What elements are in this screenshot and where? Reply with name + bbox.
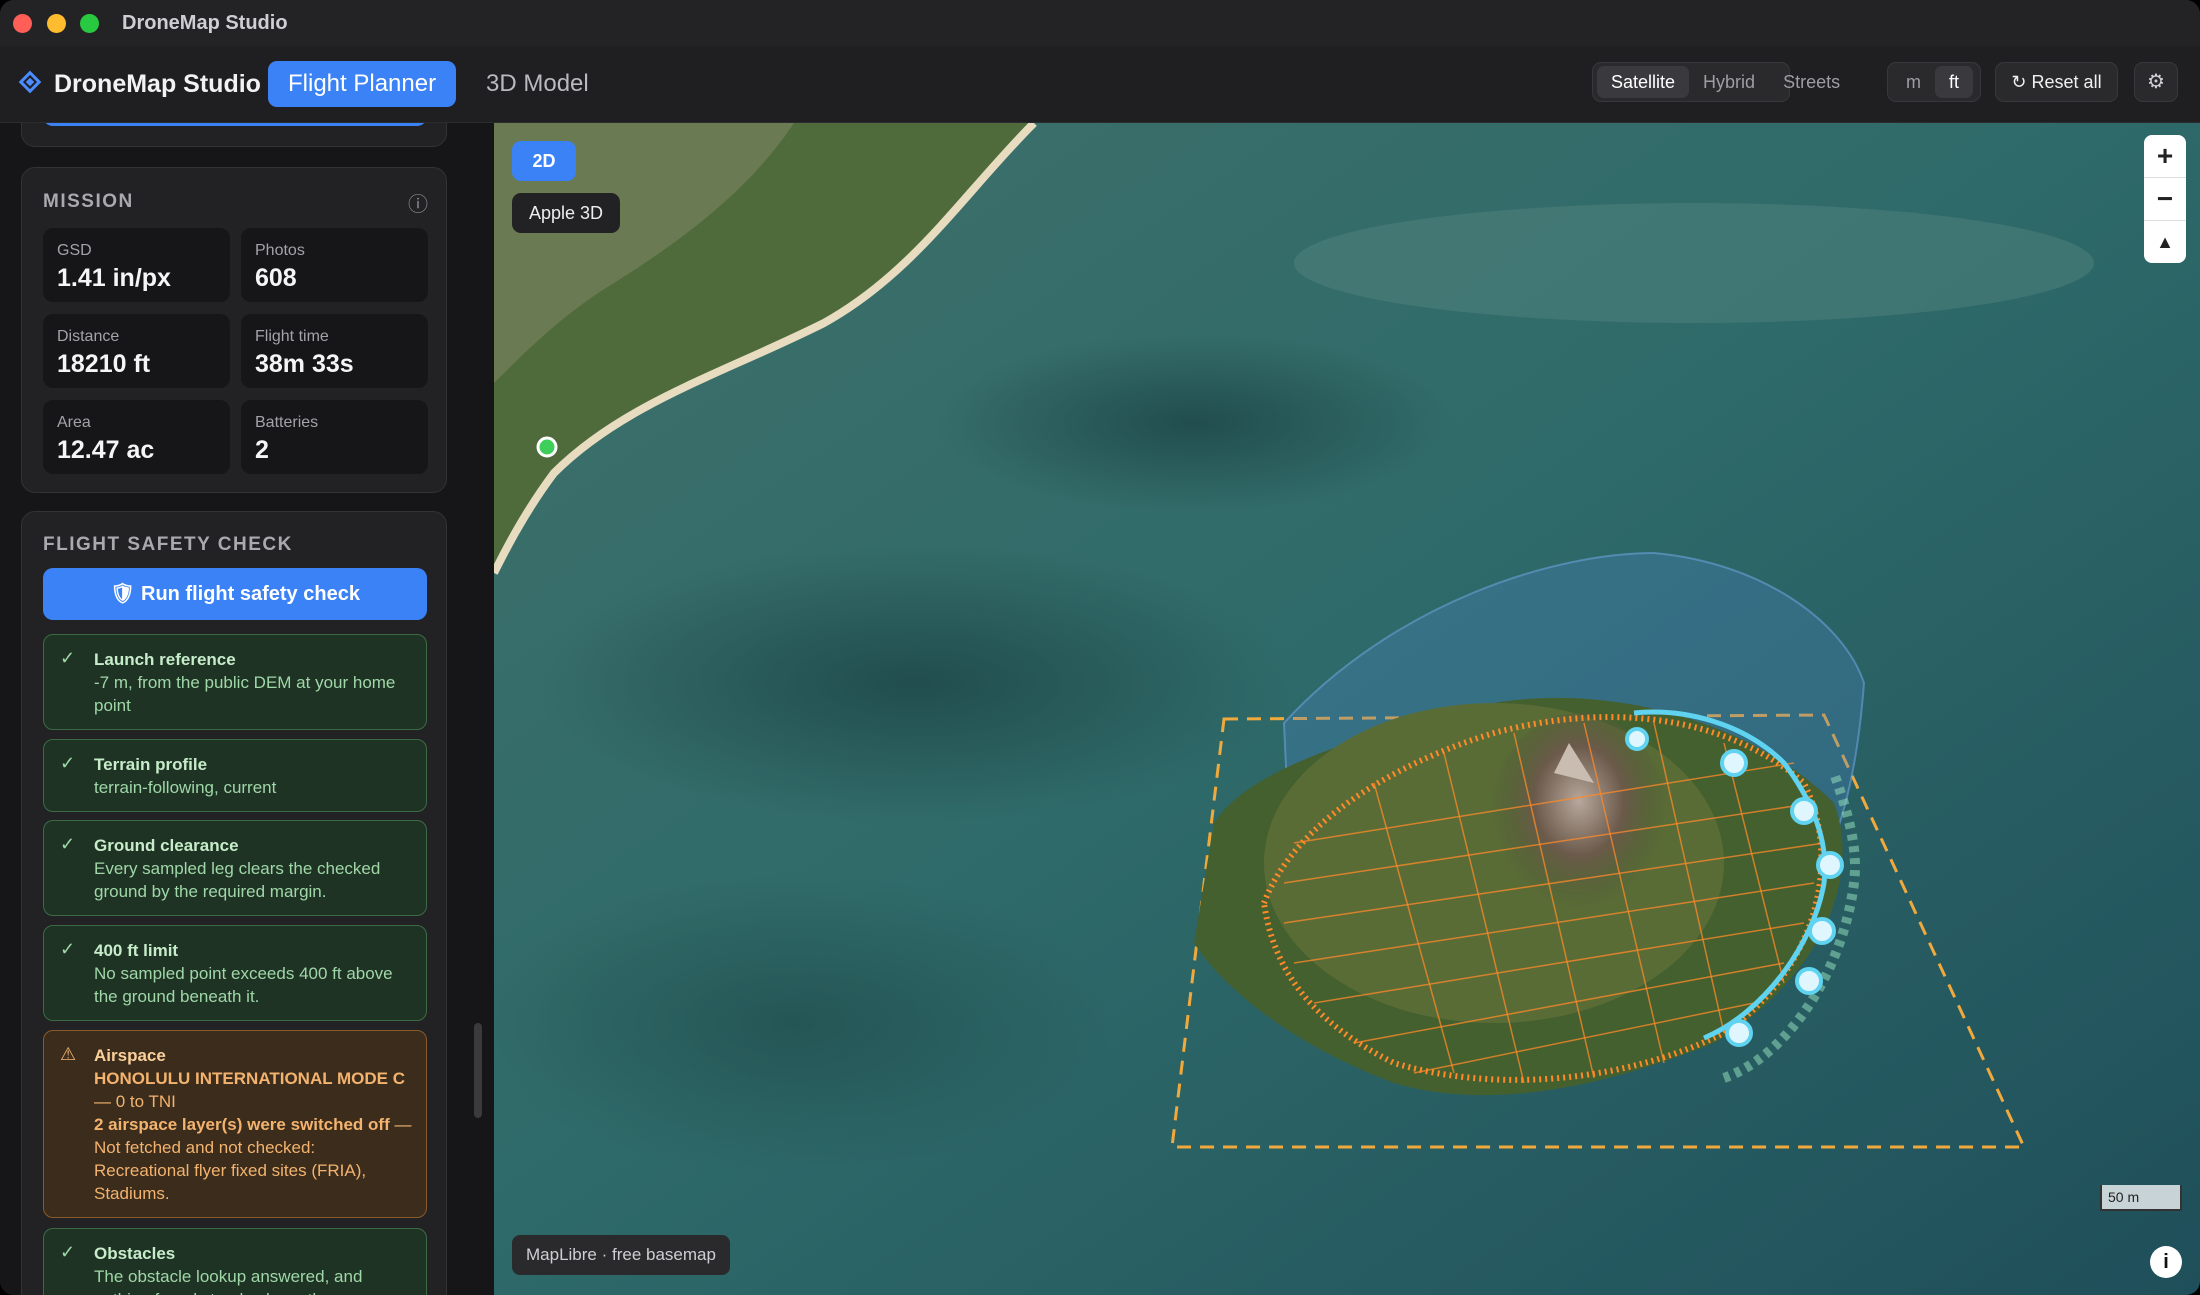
- compass-button[interactable]: ▲: [2144, 221, 2186, 263]
- app-window: DroneMap Studio DroneMap Studio Flight P…: [0, 0, 2200, 1295]
- stat-gsd: GSD 1.41 in/px: [43, 228, 230, 302]
- map-info-button[interactable]: i: [2150, 1246, 2182, 1278]
- stat-value: 1.41 in/px: [57, 264, 171, 292]
- check-title: Launch reference: [94, 650, 236, 669]
- map-attribution: MapLibre · free basemap: [512, 1235, 730, 1275]
- stat-batteries: Batteries 2: [241, 400, 428, 474]
- check-title: 400 ft limit: [94, 941, 179, 960]
- stat-label: Flight time: [255, 328, 329, 345]
- stat-value: 2: [255, 436, 269, 464]
- close-window-button[interactable]: [13, 14, 32, 33]
- safety-card: FLIGHT SAFETY CHECK 🛡 Run flight safety …: [21, 511, 447, 1295]
- sidebar: MISSION ⓘ GSD 1.41 in/px Photos 608 Dist…: [0, 123, 494, 1295]
- stat-value: 608: [255, 264, 297, 292]
- map-scale-bar: 50 m: [2100, 1185, 2182, 1211]
- info-icon[interactable]: ⓘ: [408, 188, 428, 217]
- check-title: Obstacles: [94, 1244, 176, 1263]
- stat-label: Distance: [57, 328, 120, 345]
- stat-label: Batteries: [255, 414, 319, 431]
- home-point-marker: [536, 436, 558, 458]
- tab-3d-model[interactable]: 3D Model: [466, 61, 609, 107]
- basemap-switcher: Satellite Hybrid Streets: [1592, 62, 1840, 102]
- check-icon: ✓: [60, 834, 76, 854]
- stat-label: Photos: [255, 242, 305, 259]
- check-title: Terrain profile: [94, 755, 208, 774]
- check-title: Ground clearance: [94, 836, 239, 855]
- sidebar-scrollbar[interactable]: [474, 1023, 482, 1118]
- airspace-range: — 0 to TNI: [94, 1092, 176, 1111]
- stat-distance: Distance 18210 ft: [43, 314, 230, 388]
- shield-icon: 🛡: [110, 583, 136, 605]
- run-safety-check-button[interactable]: 🛡 Run flight safety check: [43, 568, 427, 620]
- check-icon: ✓: [60, 753, 76, 773]
- run-safety-check-label: Run flight safety check: [141, 583, 360, 605]
- stat-label: GSD: [57, 242, 92, 259]
- tab-flight-planner[interactable]: Flight Planner: [268, 61, 457, 107]
- units-meters-button[interactable]: m: [1892, 66, 1935, 98]
- check-text: The obstacle lookup answered, and nothin…: [94, 1267, 363, 1295]
- stat-value: 38m 33s: [255, 350, 354, 378]
- zoom-out-button[interactable]: −: [2144, 178, 2186, 221]
- check-400ft-limit: ✓ 400 ft limit No sampled point exceeds …: [43, 925, 427, 1021]
- minimize-window-button[interactable]: [47, 14, 66, 33]
- previous-card-button[interactable]: [43, 123, 427, 126]
- stat-area: Area 12.47 ac: [43, 400, 230, 474]
- view-apple-3d-button[interactable]: Apple 3D: [512, 193, 620, 233]
- app-name: DroneMap Studio: [54, 70, 261, 98]
- basemap-satellite-button[interactable]: Satellite: [1597, 66, 1690, 98]
- check-text: Every sampled leg clears the checked gro…: [94, 859, 381, 901]
- window-title: DroneMap Studio: [122, 12, 288, 34]
- check-icon: ✓: [60, 1242, 76, 1262]
- stat-value: 12.47 ac: [57, 436, 155, 464]
- settings-button[interactable]: ⚙: [2134, 62, 2178, 102]
- title-bar: DroneMap Studio: [0, 0, 2200, 46]
- diamond-logo-icon: [18, 70, 42, 94]
- check-terrain-profile: ✓ Terrain profile terrain-following, cur…: [43, 739, 427, 812]
- check-icon: ✓: [60, 939, 76, 959]
- airspace-line-2: 2 airspace layer(s) were switched off — …: [94, 1113, 412, 1205]
- check-ground-clearance: ✓ Ground clearance Every sampled leg cle…: [43, 820, 427, 916]
- basemap-hybrid-button[interactable]: Hybrid: [1689, 66, 1769, 98]
- gear-icon: ⚙: [2147, 71, 2165, 93]
- zoom-in-button[interactable]: +: [2144, 135, 2186, 178]
- check-text: No sampled point exceeds 400 ft above th…: [94, 964, 393, 1006]
- airspace-layers-off: 2 airspace layer(s) were switched off: [94, 1115, 390, 1134]
- app-header: DroneMap Studio Flight Planner 3D Model …: [0, 46, 2200, 123]
- airspace-name: HONOLULU INTERNATIONAL MODE C: [94, 1069, 406, 1088]
- check-title: Airspace: [94, 1046, 166, 1065]
- previous-card: [21, 123, 447, 147]
- stat-photos: Photos 608: [241, 228, 428, 302]
- check-obstacles: ✓ Obstacles The obstacle lookup answered…: [43, 1228, 427, 1295]
- zoom-window-button[interactable]: [80, 14, 99, 33]
- mission-title: MISSION: [43, 191, 134, 212]
- reset-icon: ↻: [2011, 72, 2027, 92]
- basemap-streets-button[interactable]: Streets: [1769, 66, 1854, 98]
- stat-label: Area: [57, 414, 91, 431]
- zoom-control: + − ▲: [2144, 135, 2186, 263]
- check-text: terrain-following, current: [94, 778, 277, 797]
- stat-value: 18210 ft: [57, 350, 151, 378]
- airspace-line-1: HONOLULU INTERNATIONAL MODE C — 0 to TNI: [94, 1067, 412, 1113]
- check-launch-reference: ✓ Launch reference -7 m, from the public…: [43, 634, 427, 730]
- reset-all-button[interactable]: ↻ Reset all: [1995, 62, 2118, 102]
- stat-flight-time: Flight time 38m 33s: [241, 314, 428, 388]
- check-icon: ✓: [60, 648, 76, 668]
- view-2d-button[interactable]: 2D: [512, 141, 576, 181]
- satellite-3d-map[interactable]: [494, 123, 2200, 1295]
- check-airspace: ⚠ Airspace HONOLULU INTERNATIONAL MODE C…: [43, 1030, 427, 1218]
- warning-icon: ⚠: [60, 1044, 77, 1064]
- reset-all-label: Reset all: [2031, 72, 2102, 92]
- units-switcher: m ft: [1887, 62, 1981, 102]
- mission-card: MISSION ⓘ GSD 1.41 in/px Photos 608 Dist…: [21, 167, 447, 493]
- check-text: -7 m, from the public DEM at your home p…: [94, 673, 396, 715]
- safety-title: FLIGHT SAFETY CHECK: [43, 534, 293, 555]
- units-feet-button[interactable]: ft: [1935, 66, 1974, 98]
- map-view[interactable]: 2D Apple 3D + − ▲ MapLibre · free basema…: [494, 123, 2200, 1295]
